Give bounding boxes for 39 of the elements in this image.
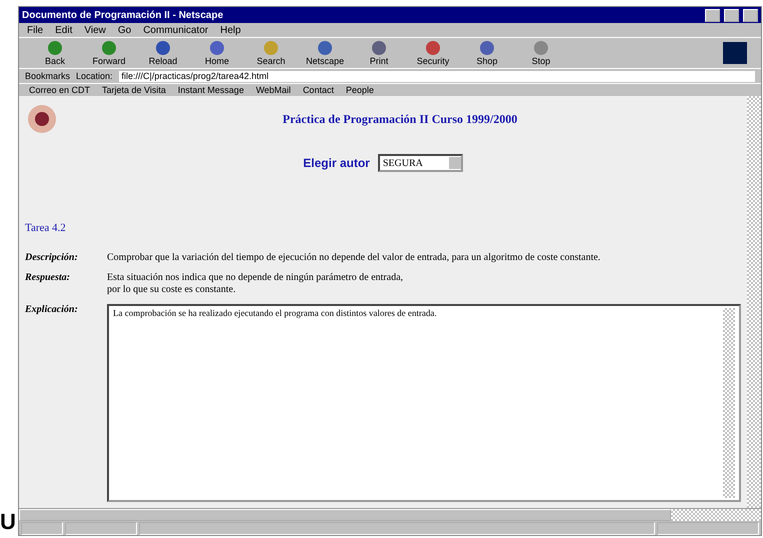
toolbar-button[interactable]: Print [357,40,401,66]
bookmark-link[interactable]: People [346,85,374,95]
menu-item[interactable]: File [27,24,44,36]
page-heading: Práctica de Programación II Curso 1999/2000 [282,112,518,127]
toolbar-button[interactable]: Stop [519,40,563,66]
author-select[interactable]: SEGURA [378,154,463,172]
field-label: Descripción: [25,252,79,264]
toolbar-button[interactable]: Security [411,40,455,66]
corner-letter: U [0,510,17,534]
toolbar-button[interactable]: Reload [141,40,185,66]
task-title: Tarea 4.2 [25,222,67,234]
menu-item[interactable]: View [84,24,106,36]
bookmark-link[interactable]: Correo en CDT [29,85,90,95]
bookmark-link[interactable]: Contact [302,85,334,95]
bookmarks-button[interactable]: Bookmarks [25,71,70,81]
field-label: Explicación: [25,304,79,317]
bookmark-link[interactable]: Tarjeta de Visita [102,85,166,95]
menu-item[interactable]: Communicator [143,24,208,36]
field-text: Esta situación nos indica que no depende de ningún parámetro de entrada, [107,272,404,284]
toolbar-button[interactable]: Search [249,40,293,66]
explanation-field[interactable]: La comprobación se ha realizado ejecutando el programa con distintos valores de entrada. [107,304,741,502]
menu-item[interactable]: Help [220,24,241,36]
toolbar-button[interactable]: Netscape [303,40,347,66]
window-title: Documento de Programación II - Netscape [22,10,224,20]
toolbar-button[interactable]: Shop [465,40,509,66]
toolbar-button[interactable]: Forward [87,40,131,66]
author-label: Elegir autor [303,156,370,170]
bookmark-link[interactable]: Instant Message [178,85,244,95]
field-text: por lo que su coste es constante. [107,284,237,296]
menu-item[interactable]: Edit [55,24,72,36]
emblem-icon [25,102,59,136]
toolbar-button[interactable]: Home [195,40,239,66]
field-text: Comprobar que la variación del tiempo de ejecución no depende del valor de entrada, para un algoritmo de coste constante. [107,252,602,264]
bookmark-link[interactable]: WebMail [256,85,291,95]
toolbar-button[interactable]: Back [33,40,77,66]
location-label: Location: [76,71,113,81]
menu-item[interactable]: Go [118,24,132,36]
location-field[interactable]: file:///C|/practicas/prog2/tarea42.html [118,70,755,82]
field-label: Respuesta: [25,272,71,285]
